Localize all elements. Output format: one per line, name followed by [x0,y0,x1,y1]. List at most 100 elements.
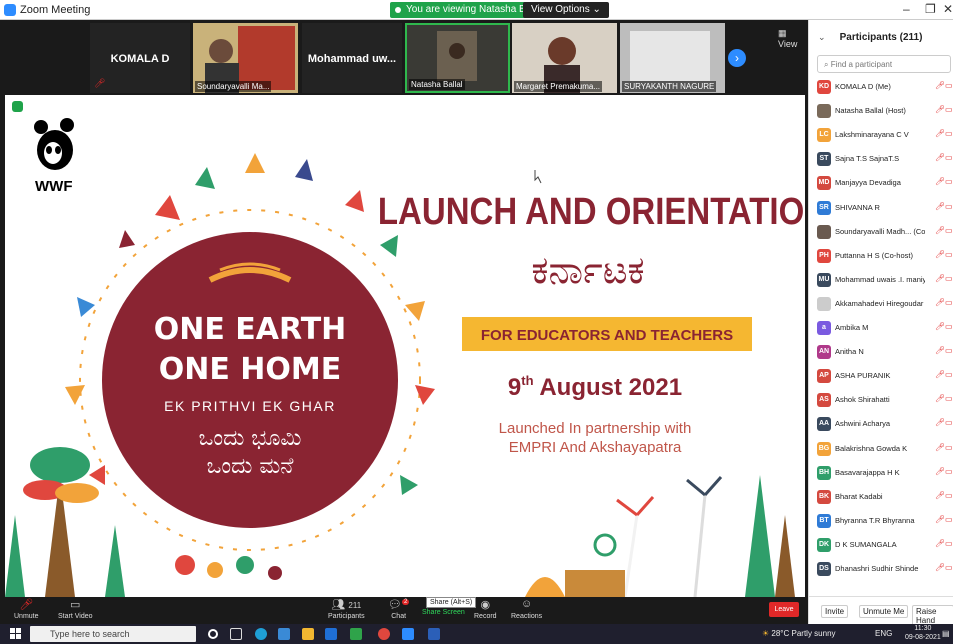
close-button[interactable]: ✕ [943,2,953,16]
participant-row[interactable]: BK Bharat Kadabi 🎤︎ ▭ [815,487,953,509]
tile-name: Mohammad uw... [307,53,397,65]
view-options-button[interactable]: View Options ⌄ [523,2,609,18]
windows-start-icon[interactable] [10,628,21,639]
participant-tile[interactable]: Margaret Premakuma... [512,23,617,93]
participants-title: Participants (211) [839,32,923,43]
record-icon: ◉ [480,599,491,611]
participant-row[interactable]: ST Sajna T.S SajnaT.S 🎤︎ ▭ [815,149,953,171]
participant-tile[interactable]: SURYAKANTH NAGURE [620,23,725,93]
slide-banner-text: FOR EDUCATORS AND TEACHERS [481,327,733,344]
participant-row[interactable]: BH Basavarajappa H K 🎤︎ ▭ [815,463,953,485]
muted-mic-icon: 🎤︎ [935,81,946,90]
participant-name: Basavarajappa H K [835,467,900,477]
video-off-icon: ▭ [945,442,953,452]
participant-tile[interactable]: KOMALA D 🎤︎ [90,23,190,93]
weather-sun-icon: ☀ [762,629,770,638]
participant-avatar: DS [817,562,831,576]
chat-label: Chat [391,613,407,620]
start-video-label: Start Video [58,613,93,620]
participant-avatar [817,224,831,239]
reactions-button[interactable]: ☺ Reactions [511,598,542,620]
excel-icon[interactable] [350,628,362,640]
muted-mic-icon: 🎤︎ [19,599,34,611]
participant-row[interactable]: Soundaryavalli Madh... (Co-host) 🎤︎▭ [815,222,953,244]
zoom-app-icon [4,4,16,16]
muted-mic-icon: 🎤︎ [935,201,946,211]
reactions-label: Reactions [511,613,543,620]
muted-mic-icon: 🎤︎ [935,394,946,404]
participant-tile-active-speaker[interactable]: Natasha Ballal [405,23,510,93]
participant-row[interactable]: MU Mohammad uwais .I. maniyar M... 🎤︎▭ [815,270,953,292]
record-button[interactable]: ◉ Record [474,598,497,620]
invite-button[interactable]: Invite [821,605,849,618]
participant-name: Lakshminarayana C V [835,130,909,140]
start-video-button[interactable]: ▭ Start Video [58,598,93,620]
video-off-icon: ▭ [945,105,953,115]
participant-row[interactable]: DK D K SUMANGALA 🎤︎ ▭ [815,535,953,557]
chat-icon: 💬︎ 2 [388,599,410,611]
muted-mic-icon: 🎤︎ [935,105,946,115]
participant-name: Ashwini Acharya [835,419,891,429]
share-screen-button[interactable]: Share Screen [422,609,465,616]
minimize-button[interactable]: – [903,2,910,16]
participant-row[interactable]: BT Bhyranna T.R Bhyranna 🎤︎ ▭ [815,511,953,533]
participant-avatar: BG [817,441,831,456]
video-off-icon: ▭ [945,297,953,307]
participant-row[interactable]: AN Anitha N 🎤︎ ▭ [815,342,953,364]
participant-search-input[interactable]: ⌕ Find a participant [817,55,951,73]
participant-row[interactable]: Akkamahadevi Hiregoudar 🎤︎ ▭ [815,294,953,316]
muted-mic-icon: 🎤︎ [935,370,946,380]
participant-tile[interactable]: Soundaryavalli Ma... [193,23,298,93]
edge-icon[interactable] [255,628,267,640]
next-page-arrow-icon[interactable]: › [728,49,746,67]
participant-row[interactable]: DS Dhanashri Sudhir Shinde 🎤︎ ▭ [815,559,953,581]
muted-mic-icon: 🎤︎ [935,538,946,548]
participant-row[interactable]: SR SHIVANNA R 🎤︎ ▭ [815,198,953,220]
leave-button[interactable]: Leave [769,602,799,617]
circle-line-one-home: ONE HOME [159,352,342,387]
participant-name: KOMALA D (Me) [835,82,891,91]
participant-name: D K SUMANGALA [835,539,897,549]
video-off-icon: ▭ [945,322,953,331]
video-off-icon: ▭ [945,201,953,211]
mail-icon[interactable] [325,628,337,640]
chrome-icon[interactable] [378,628,390,640]
chat-button[interactable]: 💬︎ 2 Chat [388,598,410,620]
cortana-icon[interactable] [208,629,218,639]
notifications-icon[interactable]: ▤ [942,629,950,638]
language-indicator[interactable]: ENG [875,629,892,638]
word-icon[interactable] [428,628,440,640]
participant-row[interactable]: LC Lakshminarayana C V 🎤︎ ▭ [815,125,953,147]
tile-name: Margaret Premakuma... [514,81,603,92]
muted-mic-icon: 🎤︎ [935,225,946,235]
restore-button[interactable]: ❐ [925,2,936,16]
zoom-taskbar-icon[interactable] [402,628,414,640]
weather-widget[interactable]: ☀ 28°C Partly sunny [762,629,836,638]
taskbar-search-input[interactable]: Type here to search [30,626,196,642]
unmute-button[interactable]: 🎤︎ Unmute [14,598,39,620]
participant-row[interactable]: MD Manjayya Devadiga 🎤︎ ▭ [815,173,953,195]
participant-row[interactable]: PH Puttanna H S (Co-host) 🎤︎ ▭ [815,246,953,268]
tile-name: Soundaryavalli Ma... [195,81,272,92]
unmute-me-button[interactable]: Unmute Me [859,605,909,618]
participant-row[interactable]: KD KOMALA D (Me) 🎤︎ ▭ [815,77,953,99]
participant-row[interactable]: BG Balakrishna Gowda K 🎤︎ ▭ [815,439,953,461]
participant-row[interactable]: AA Ashwini Acharya 🎤︎ ▭ [815,414,953,436]
participants-icon: 👥︎ 211 [331,599,362,611]
participant-name: Mohammad uwais .I. maniyar M... [835,274,925,284]
participant-row[interactable]: Natasha Ballal (Host) 🎤︎ ▭ [815,101,953,123]
clock[interactable]: 11:30 09-08-2021 [905,624,941,642]
view-button[interactable]: ▦ View [778,28,808,49]
participant-row[interactable]: a Ambika M 🎤︎ ▭ [815,318,953,340]
participant-name: Bharat Kadabi [835,491,883,501]
store-icon[interactable] [278,628,290,640]
unmute-label: Unmute [14,613,39,620]
task-view-icon[interactable] [230,628,242,640]
participant-row[interactable]: AP ASHA PURANIK 🎤︎ ▭ [815,366,953,388]
participant-tile[interactable]: Mohammad uw... [302,23,402,93]
file-explorer-icon[interactable] [302,628,314,640]
participants-button[interactable]: 👥︎ 211 Participants [328,598,365,620]
participant-name: Natasha Ballal (Host) [835,106,906,116]
participant-row[interactable]: AS Ashok Shirahatti 🎤︎ ▭ [815,390,953,412]
participant-count: 211 [348,601,362,610]
